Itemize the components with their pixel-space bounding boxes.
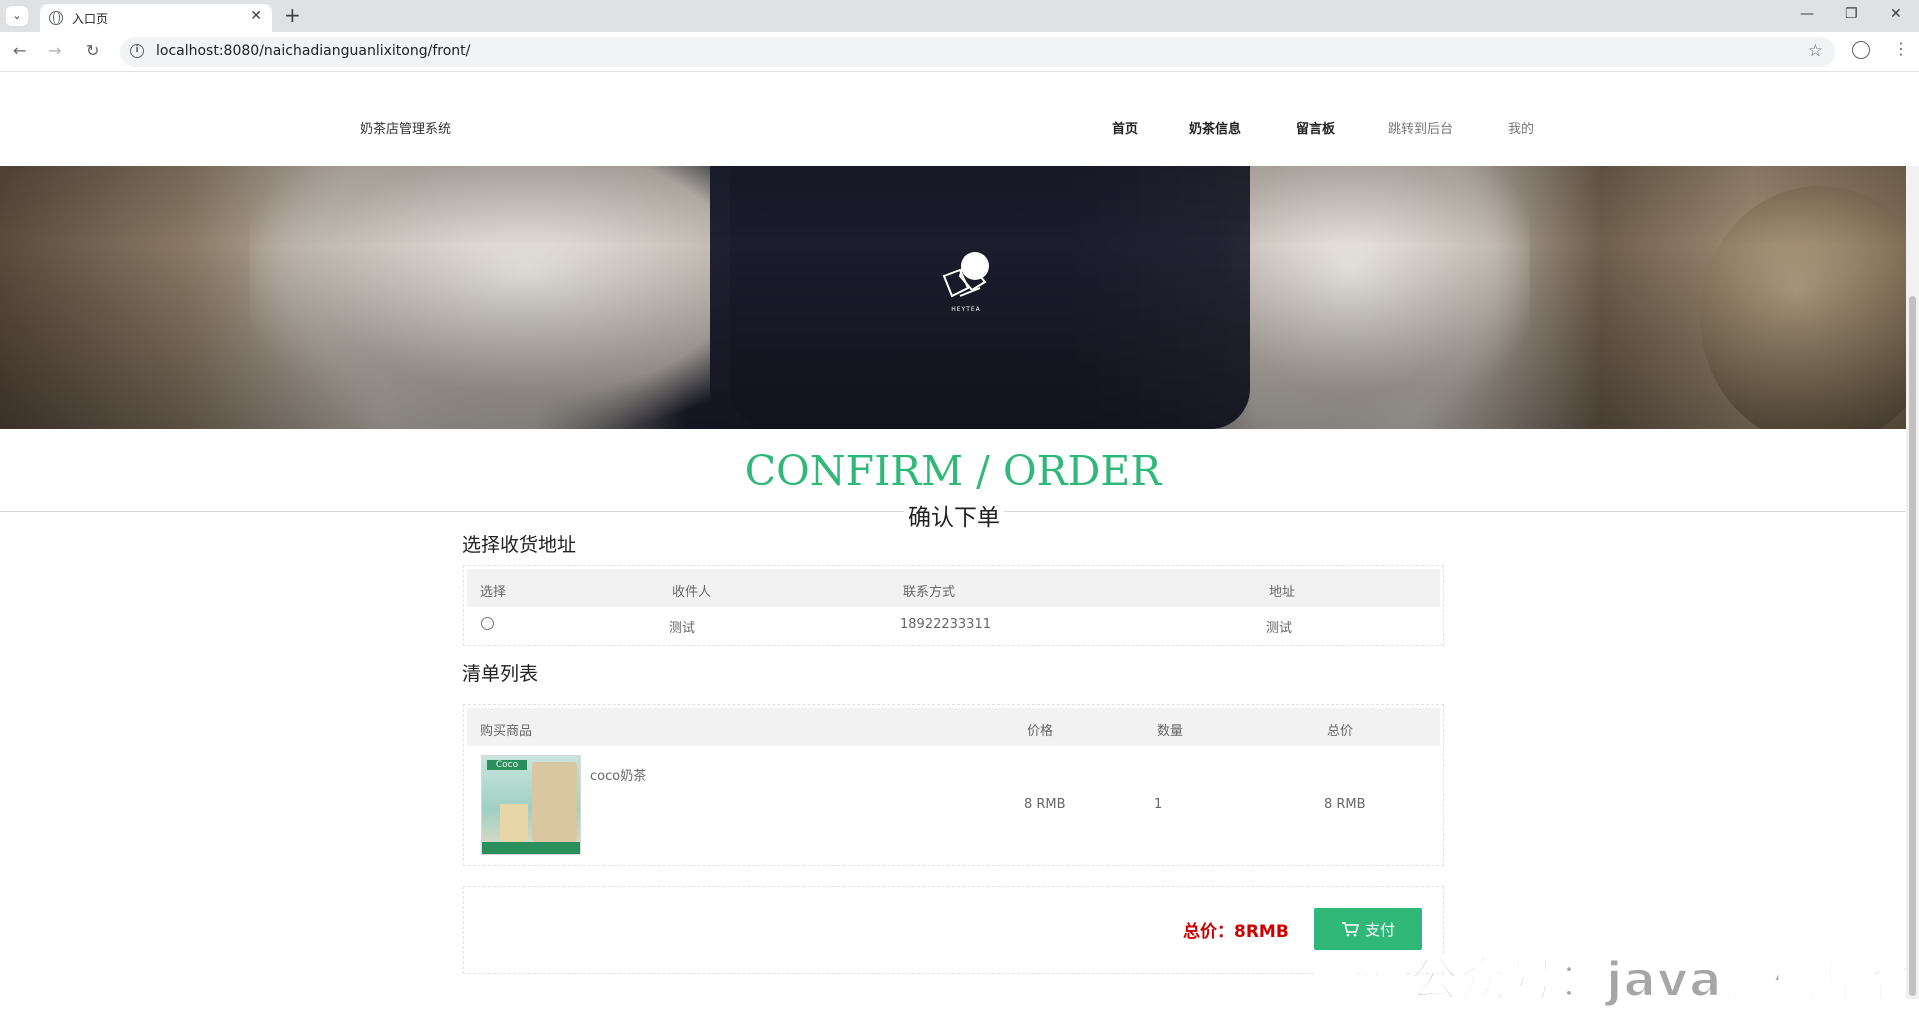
watermark-text: 微信公众号：java源码集合: [1311, 951, 1919, 1009]
browser-tab-bar: ⌄ 入口页 ✕ + — ❐ ✕: [0, 0, 1919, 32]
col-price: 价格: [1027, 724, 1054, 739]
back-icon[interactable]: ←: [13, 41, 26, 60]
url-field[interactable]: i localhost:8080/naichadianguanlixitong/…: [120, 37, 1835, 67]
minimize-button[interactable]: —: [1800, 6, 1814, 22]
items-table-header: 购买商品 价格 数量 总价: [467, 708, 1440, 746]
address-radio[interactable]: [481, 617, 494, 630]
tab-search-button[interactable]: ⌄: [6, 6, 28, 26]
site-logo[interactable]: 奶茶店管理系统: [360, 118, 451, 137]
profile-icon[interactable]: [1852, 41, 1870, 59]
browser-tab[interactable]: 入口页 ✕: [40, 4, 272, 32]
nav-home[interactable]: 首页: [1112, 118, 1138, 137]
col-total: 总价: [1327, 724, 1354, 739]
address-table-header: 选择 收件人 联系方式 地址: [467, 569, 1440, 607]
col-select: 选择: [480, 585, 507, 600]
heytea-logo-icon: [942, 252, 989, 298]
price-cell: 8 RMB: [1024, 797, 1066, 812]
tab-title: 入口页: [72, 12, 109, 26]
col-recipient: 收件人: [672, 585, 712, 600]
nav-milktea-info[interactable]: 奶茶信息: [1189, 118, 1241, 137]
total-cell: 8 RMB: [1324, 797, 1366, 812]
site-header: 奶茶店管理系统 首页 奶茶信息 留言板 跳转到后台 我的: [0, 86, 1906, 166]
bookmark-star-icon[interactable]: ☆: [1808, 41, 1823, 61]
product-name[interactable]: coco奶茶: [590, 765, 646, 784]
qty-cell: 1: [1154, 797, 1163, 812]
cart-icon: [1341, 922, 1359, 937]
address-cell: 测试: [1266, 621, 1293, 636]
page-title-cn: 确认下单: [904, 498, 1004, 532]
address-section-title: 选择收货地址: [462, 534, 577, 556]
hero-banner: HEYTEA: [0, 166, 1906, 429]
pay-button-label: 支付: [1364, 921, 1395, 939]
close-tab-icon[interactable]: ✕: [250, 8, 262, 24]
order-items-table: 购买商品 价格 数量 总价 Coco coco奶茶 8 RMB 1 8 RMB: [463, 704, 1444, 866]
nav-message-board[interactable]: 留言板: [1296, 118, 1335, 137]
col-address: 地址: [1269, 585, 1296, 600]
phone-cell: 18922233311: [900, 617, 991, 632]
page-title-en: CONFIRM / ORDER: [744, 447, 1162, 495]
list-section-title: 清单列表: [462, 663, 539, 685]
url-text: localhost:8080/naichadianguanlixitong/fr…: [156, 43, 471, 59]
page-scrollbar[interactable]: [1906, 166, 1919, 999]
window-close-button[interactable]: ✕: [1890, 6, 1902, 22]
recipient-cell: 测试: [669, 621, 696, 636]
col-phone: 联系方式: [903, 585, 956, 600]
col-product: 购买商品: [480, 724, 533, 739]
globe-icon: [49, 11, 63, 25]
col-qty: 数量: [1157, 724, 1184, 739]
address-bar: ← → ↻ i localhost:8080/naichadianguanlix…: [0, 32, 1919, 72]
address-table: 选择 收件人 联系方式 地址 测试 18922233311 测试: [463, 565, 1444, 646]
reload-icon[interactable]: ↻: [86, 41, 99, 60]
nav-mine[interactable]: 我的: [1508, 118, 1534, 137]
new-tab-button[interactable]: +: [284, 3, 301, 27]
order-summary: [463, 886, 1444, 974]
scrollbar-thumb[interactable]: [1909, 296, 1916, 996]
nav-admin[interactable]: 跳转到后台: [1388, 118, 1453, 137]
site-info-icon[interactable]: i: [130, 44, 144, 58]
forward-icon[interactable]: →: [48, 41, 61, 60]
hero-brand-text: HEYTEA: [951, 306, 981, 313]
product-image[interactable]: Coco: [481, 755, 581, 855]
total-price: 总价：8RMB: [1183, 922, 1289, 942]
restore-button[interactable]: ❐: [1845, 6, 1858, 22]
menu-kebab-icon[interactable]: ⋮: [1893, 39, 1909, 58]
